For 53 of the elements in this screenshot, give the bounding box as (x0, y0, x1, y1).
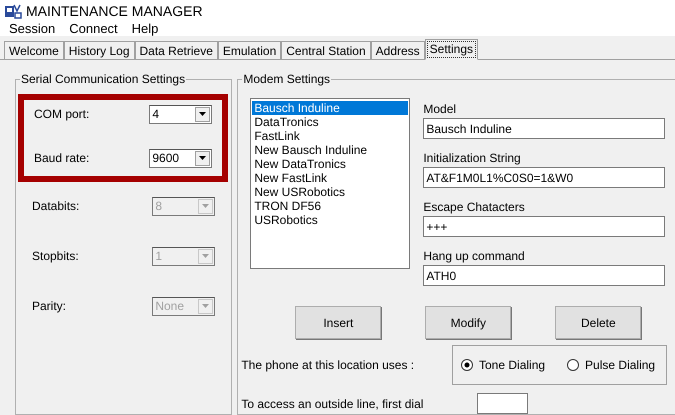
dropdown[interactable]: 9600 (149, 148, 212, 168)
menu-item[interactable]: Session (9, 21, 56, 36)
phone-label: The phone at this location uses : (241, 358, 414, 372)
field-label: Stopbits: (32, 249, 79, 263)
action-button[interactable]: Delete (555, 306, 642, 339)
radio-icon[interactable] (461, 359, 473, 371)
list-item[interactable]: New USRobotics (252, 185, 408, 199)
action-button[interactable]: Insert (295, 306, 382, 339)
tab[interactable]: Address (370, 41, 425, 59)
tab[interactable]: Settings (424, 39, 478, 60)
radio-icon[interactable] (567, 359, 580, 371)
tab[interactable]: History Log (64, 41, 134, 59)
menu-item[interactable]: Connect (69, 21, 118, 36)
field-label: Databits: (32, 199, 80, 213)
dropdown-arrow-icon (202, 304, 210, 308)
dropdown[interactable]: 4 (149, 104, 212, 124)
list-item[interactable]: New DataTronics (252, 157, 408, 171)
list-item[interactable]: FastLink (252, 129, 408, 143)
tab[interactable]: Welcome (4, 41, 64, 59)
radio-option[interactable]: Pulse Dialing (567, 358, 656, 372)
dropdown-arrow-icon (202, 204, 210, 208)
input-field[interactable]: AT&F1M0L1%C0S0=1&W0 (423, 167, 666, 188)
list-item[interactable]: New FastLink (252, 171, 408, 185)
window-title: MAINTENANCE MANAGER (26, 2, 203, 18)
action-button[interactable]: Modify (425, 306, 512, 339)
outside-line-label: To access an outside line, first dial (241, 396, 424, 410)
menu-item[interactable]: Help (132, 21, 158, 36)
tab[interactable]: Data Retrieve (134, 41, 218, 59)
list-item[interactable]: DataTronics (252, 115, 408, 129)
list-item[interactable]: New Bausch Induline (252, 143, 408, 157)
field-label: Escape Chatacters (423, 200, 526, 214)
field-label: Initialization String (423, 151, 522, 165)
list-item[interactable]: USRobotics (252, 213, 408, 227)
dropdown-arrow-icon (199, 156, 206, 160)
field-label: Hang up command (423, 249, 526, 263)
radio-option[interactable]: Tone Dialing (461, 358, 546, 372)
dropdown-arrow-icon (202, 254, 210, 258)
group-title: Serial Communication Settings (20, 72, 186, 86)
input-field[interactable]: +++ (423, 216, 666, 237)
input-field[interactable] (477, 393, 528, 414)
field-label: Parity: (32, 299, 66, 313)
field-label: Baud rate: (34, 151, 90, 165)
group-title: Modem Settings (242, 72, 332, 86)
dropdown-arrow-icon (199, 112, 206, 116)
list-item[interactable]: TRON DF56 (252, 199, 408, 213)
field-label: Model (423, 102, 458, 116)
app-icon (4, 2, 22, 18)
list-item[interactable]: Bausch Induline (252, 101, 408, 115)
tab[interactable]: Emulation (218, 41, 282, 59)
field-label: COM port: (34, 107, 90, 121)
input-field[interactable]: ATH0 (423, 265, 666, 286)
input-field[interactable]: Bausch Induline (423, 118, 666, 139)
tab[interactable]: Central Station (281, 41, 371, 59)
